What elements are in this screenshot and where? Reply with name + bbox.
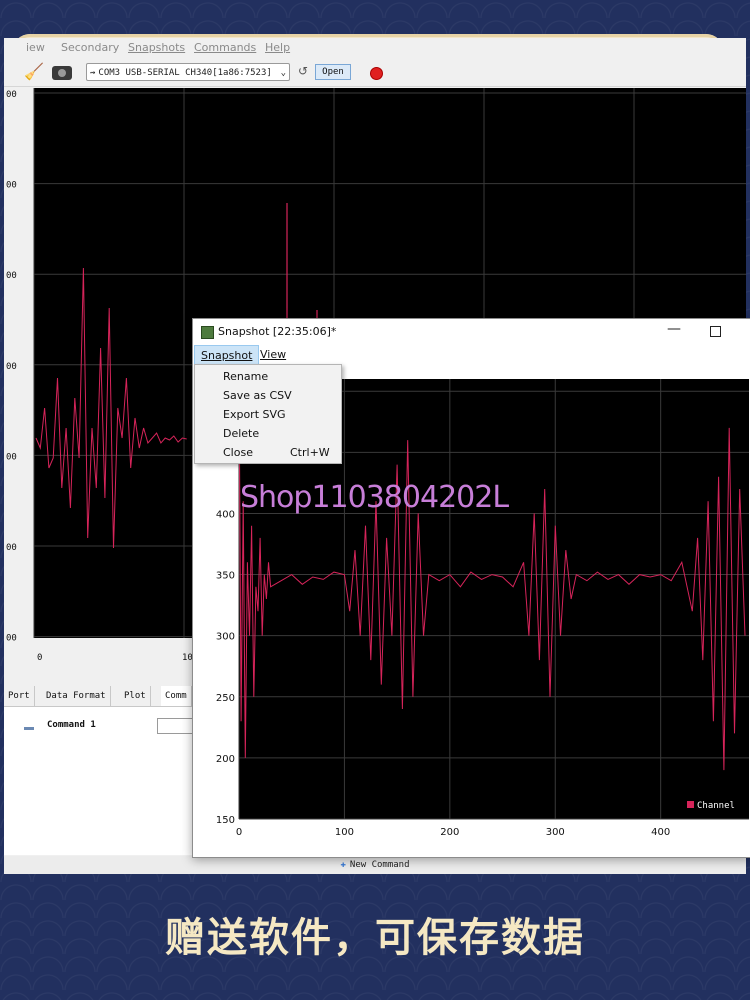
new-command-button[interactable]: ✚ New Command (4, 856, 746, 874)
new-command-label: New Command (349, 860, 410, 870)
maximize-icon[interactable] (710, 326, 721, 337)
snapshot-dropdown-menu: Rename Save as CSV Export SVG Delete Clo… (194, 364, 342, 464)
watermark-text: Shop1103804202L (240, 480, 509, 515)
snapshot-menubar: Snapshot View (193, 345, 750, 365)
legend-label: Channel (697, 801, 735, 811)
legend-swatch (687, 801, 694, 808)
menu-item-label: Save as CSV (223, 389, 292, 402)
y-tick-label: 00 (6, 271, 17, 281)
y-tick-label: 400 (216, 509, 235, 520)
minimize-icon[interactable]: — (667, 321, 681, 337)
y-tick-label: 350 (216, 571, 235, 582)
x-tick-label: 0 (37, 653, 42, 663)
menu-snapshot[interactable]: Snapshot (194, 345, 260, 365)
x-tick-label: 400 (651, 827, 670, 838)
x-tick-label: 200 (440, 827, 459, 838)
tab-plot[interactable]: Plot (120, 686, 151, 706)
menu-help[interactable]: Help (265, 41, 290, 54)
y-tick-label: 200 (216, 754, 235, 765)
y-tick-label: 00 (6, 181, 17, 191)
y-tick-label: 00 (6, 634, 17, 644)
menu-view[interactable]: iew (26, 41, 45, 54)
snapshot-titlebar[interactable]: Snapshot [22:35:06]* — (193, 319, 750, 345)
snapshot-title: Snapshot [22:35:06]* (218, 325, 337, 338)
open-button[interactable]: Open (315, 64, 351, 80)
menu-snapshots[interactable]: Snapshots (128, 41, 185, 54)
broom-icon[interactable]: 🧹 (24, 62, 44, 81)
menu-item-close[interactable]: Close Ctrl+W (195, 443, 341, 462)
tab-port[interactable]: Port (4, 686, 35, 706)
menu-item-label: Close (223, 446, 253, 459)
camera-icon[interactable] (52, 66, 72, 80)
toolbar: 🧹 ⇝ COM3 USB-SERIAL CH340[1a86:7523] ⌄ ↺ … (4, 60, 746, 87)
menu-item-export-svg[interactable]: Export SVG (195, 405, 341, 424)
menu-item-label: Delete (223, 427, 260, 440)
menu-item-label: Rename (223, 370, 269, 383)
app-icon (201, 326, 214, 339)
menu-item-save-csv[interactable]: Save as CSV (195, 386, 341, 405)
port-select-value: COM3 USB-SERIAL CH340[1a86:7523] (98, 68, 272, 78)
y-tick-label: 00 (6, 543, 17, 553)
usb-icon: ⇝ (90, 68, 96, 78)
record-icon[interactable] (371, 68, 382, 79)
y-tick-label: 00 (6, 452, 17, 462)
x-tick-label: 0 (236, 827, 242, 838)
x-tick-label: 300 (546, 827, 565, 838)
promo-caption: 赠送软件，可保存数据 (165, 915, 585, 961)
y-tick-label: 00 (6, 90, 17, 100)
y-tick-label: 00 (6, 362, 17, 372)
menu-item-delete[interactable]: Delete (195, 424, 341, 443)
menu-secondary[interactable]: Secondary (61, 41, 119, 54)
y-tick-label: 250 (216, 693, 235, 704)
y-tick-label: 150 (216, 815, 235, 826)
x-tick-label: 100 (335, 827, 354, 838)
menu-snapshot-view[interactable]: View (254, 345, 292, 365)
menu-item-shortcut: Ctrl+W (290, 446, 330, 459)
port-select[interactable]: ⇝ COM3 USB-SERIAL CH340[1a86:7523] ⌄ (86, 63, 290, 81)
menu-item-rename[interactable]: Rename (195, 367, 341, 386)
main-menubar: iew Secondary Snapshots Commands Help (4, 38, 746, 58)
chevron-down-icon: ⌄ (280, 68, 286, 78)
plus-icon: ✚ (340, 860, 346, 870)
menu-item-label: Export SVG (223, 408, 286, 421)
command-label: Command 1 (47, 720, 96, 730)
reload-icon[interactable]: ↺ (298, 64, 308, 78)
tab-data-format[interactable]: Data Format (42, 686, 111, 706)
tab-commands[interactable]: Comm (161, 686, 192, 706)
y-tick-label: 300 (216, 632, 235, 643)
minus-icon[interactable] (24, 727, 34, 730)
menu-commands[interactable]: Commands (194, 41, 256, 54)
